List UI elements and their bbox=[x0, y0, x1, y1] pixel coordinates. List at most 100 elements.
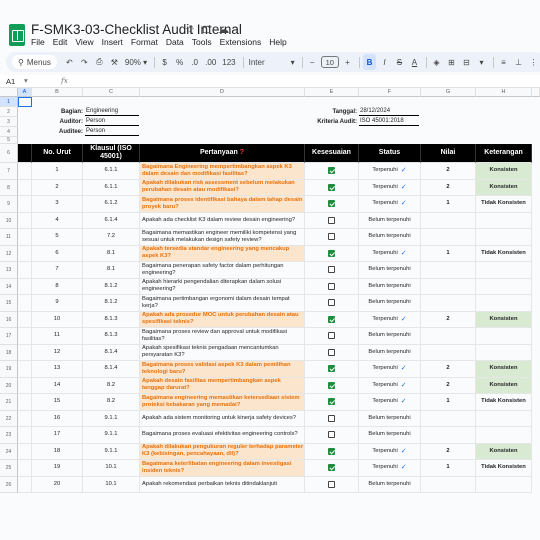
undo-icon[interactable]: ↶ bbox=[63, 54, 76, 70]
no-urut-cell[interactable]: 11 bbox=[32, 328, 83, 345]
status-cell[interactable]: Belum terpenuhi bbox=[359, 295, 421, 312]
row-header[interactable]: 13 bbox=[0, 262, 18, 279]
column-header-i[interactable] bbox=[532, 88, 540, 97]
question-cell[interactable]: Bagaimana pertimbangan ergonomi dalam de… bbox=[140, 295, 305, 312]
no-urut-cell[interactable]: 6 bbox=[32, 245, 83, 262]
row-header[interactable]: 4 bbox=[0, 127, 18, 137]
status-cell[interactable]: Belum terpenuhi bbox=[359, 427, 421, 444]
keterangan-cell[interactable] bbox=[476, 427, 532, 444]
bagian-value[interactable]: Engineering bbox=[85, 108, 139, 116]
question-cell[interactable]: Apakah spesifikasi teknis pengadaan menc… bbox=[140, 344, 305, 361]
nilai-cell[interactable] bbox=[421, 212, 476, 229]
checkbox-checked[interactable] bbox=[328, 365, 335, 373]
redo-icon[interactable]: ↷ bbox=[78, 54, 91, 70]
cell-a[interactable] bbox=[18, 460, 32, 477]
kesesuaian-cell[interactable] bbox=[305, 212, 359, 229]
selected-cell-a1[interactable] bbox=[18, 97, 32, 107]
klausul-cell[interactable]: 8.1.3 bbox=[83, 311, 140, 328]
checkbox-unchecked[interactable] bbox=[328, 233, 335, 241]
cell-a[interactable] bbox=[18, 427, 32, 444]
more-options-icon[interactable]: ⋮ bbox=[527, 54, 540, 70]
paint-format-icon[interactable]: ⚒ bbox=[108, 54, 121, 70]
no-urut-cell[interactable]: 17 bbox=[32, 427, 83, 444]
checkbox-unchecked[interactable] bbox=[328, 299, 335, 307]
cell-a[interactable] bbox=[18, 196, 32, 213]
klausul-cell[interactable]: 7.2 bbox=[83, 229, 140, 246]
font-size-input[interactable]: 10 bbox=[320, 56, 339, 68]
font-size-decrease-button[interactable]: − bbox=[306, 54, 319, 70]
row-header[interactable]: 6 bbox=[0, 144, 18, 163]
nilai-cell[interactable] bbox=[421, 295, 476, 312]
status-cell[interactable]: Terpenuhi ✓ bbox=[359, 196, 421, 213]
font-size-increase-button[interactable]: + bbox=[341, 54, 354, 70]
question-cell[interactable]: Apakah dilakukan pengukuran reguler terh… bbox=[140, 443, 305, 460]
keterangan-cell[interactable]: Konsisten bbox=[476, 377, 532, 394]
cell-a[interactable] bbox=[18, 163, 32, 180]
keterangan-cell[interactable]: Tidak Konsisten bbox=[476, 245, 532, 262]
no-urut-cell[interactable]: 7 bbox=[32, 262, 83, 279]
keterangan-cell[interactable]: Konsisten bbox=[476, 163, 532, 180]
klausul-cell[interactable]: 8.2 bbox=[83, 377, 140, 394]
row-header[interactable]: 9 bbox=[0, 196, 18, 213]
question-cell[interactable]: Bagaimana penerapan safety factor dalam … bbox=[140, 262, 305, 279]
status-cell[interactable]: Terpenuhi ✓ bbox=[359, 163, 421, 180]
status-cell[interactable]: Terpenuhi ✓ bbox=[359, 443, 421, 460]
checkbox-unchecked[interactable] bbox=[328, 414, 335, 422]
column-header-g[interactable]: G bbox=[421, 88, 476, 97]
kesesuaian-cell[interactable] bbox=[305, 410, 359, 427]
nilai-cell[interactable]: 2 bbox=[421, 443, 476, 460]
cell-a[interactable] bbox=[18, 245, 32, 262]
row-header[interactable]: 7 bbox=[0, 163, 18, 180]
status-cell[interactable]: Belum terpenuhi bbox=[359, 212, 421, 229]
no-urut-cell[interactable]: 12 bbox=[32, 344, 83, 361]
zoom-select[interactable]: 90% ▾ bbox=[123, 54, 149, 70]
kesesuaian-cell[interactable] bbox=[305, 460, 359, 477]
menu-item-format[interactable]: Format bbox=[131, 37, 158, 47]
no-urut-cell[interactable]: 5 bbox=[32, 229, 83, 246]
cell-a[interactable] bbox=[18, 410, 32, 427]
klausul-cell[interactable]: 9.1.1 bbox=[83, 410, 140, 427]
kesesuaian-cell[interactable] bbox=[305, 295, 359, 312]
question-cell[interactable]: Bagaimana keterlibatan engineering dalam… bbox=[140, 460, 305, 477]
row-header[interactable]: 12 bbox=[0, 245, 18, 262]
keterangan-cell[interactable] bbox=[476, 344, 532, 361]
nilai-cell[interactable]: 1 bbox=[421, 394, 476, 411]
status-cell[interactable]: Terpenuhi ✓ bbox=[359, 361, 421, 378]
klausul-cell[interactable]: 9.1.1 bbox=[83, 443, 140, 460]
fill-color-icon[interactable]: ◈ bbox=[430, 54, 443, 70]
chevron-down-icon[interactable]: ▾ bbox=[475, 54, 488, 70]
keterangan-cell[interactable]: Tidak Konsisten bbox=[476, 394, 532, 411]
nilai-cell[interactable] bbox=[421, 278, 476, 295]
klausul-cell[interactable]: 6.1.2 bbox=[83, 196, 140, 213]
name-box[interactable]: A1 bbox=[6, 77, 15, 86]
nilai-cell[interactable]: 2 bbox=[421, 179, 476, 196]
no-urut-cell[interactable]: 14 bbox=[32, 377, 83, 394]
klausul-cell[interactable]: 10.1 bbox=[83, 460, 140, 477]
nilai-cell[interactable] bbox=[421, 427, 476, 444]
menu-item-file[interactable]: File bbox=[31, 37, 45, 47]
klausul-cell[interactable]: 10.1 bbox=[83, 476, 140, 493]
cell-a[interactable] bbox=[18, 212, 32, 229]
no-urut-cell[interactable]: 10 bbox=[32, 311, 83, 328]
menu-item-extensions[interactable]: Extensions bbox=[220, 37, 262, 47]
row-header[interactable]: 10 bbox=[0, 212, 18, 229]
no-urut-cell[interactable]: 2 bbox=[32, 179, 83, 196]
keterangan-cell[interactable]: Tidak Konsisten bbox=[476, 460, 532, 477]
cloud-done-icon[interactable]: ☁ bbox=[218, 23, 229, 36]
folder-move-icon[interactable]: ⊡ bbox=[202, 23, 211, 36]
klausul-cell[interactable]: 8.1 bbox=[83, 245, 140, 262]
row-header[interactable]: 17 bbox=[0, 328, 18, 345]
status-cell[interactable]: Terpenuhi ✓ bbox=[359, 245, 421, 262]
question-cell[interactable]: Bagaimana proses review dan approval unt… bbox=[140, 328, 305, 345]
align-vertical-icon[interactable]: ⊥ bbox=[512, 54, 525, 70]
nilai-cell[interactable]: 1 bbox=[421, 460, 476, 477]
menu-item-tools[interactable]: Tools bbox=[192, 37, 212, 47]
kesesuaian-cell[interactable] bbox=[305, 179, 359, 196]
cell-a[interactable] bbox=[18, 295, 32, 312]
no-urut-cell[interactable]: 8 bbox=[32, 278, 83, 295]
no-urut-cell[interactable]: 9 bbox=[32, 295, 83, 312]
no-urut-cell[interactable]: 3 bbox=[32, 196, 83, 213]
cell-a[interactable] bbox=[18, 476, 32, 493]
menus-search-button[interactable]: ⚲ Menus bbox=[12, 55, 57, 69]
row-header[interactable]: 11 bbox=[0, 229, 18, 246]
